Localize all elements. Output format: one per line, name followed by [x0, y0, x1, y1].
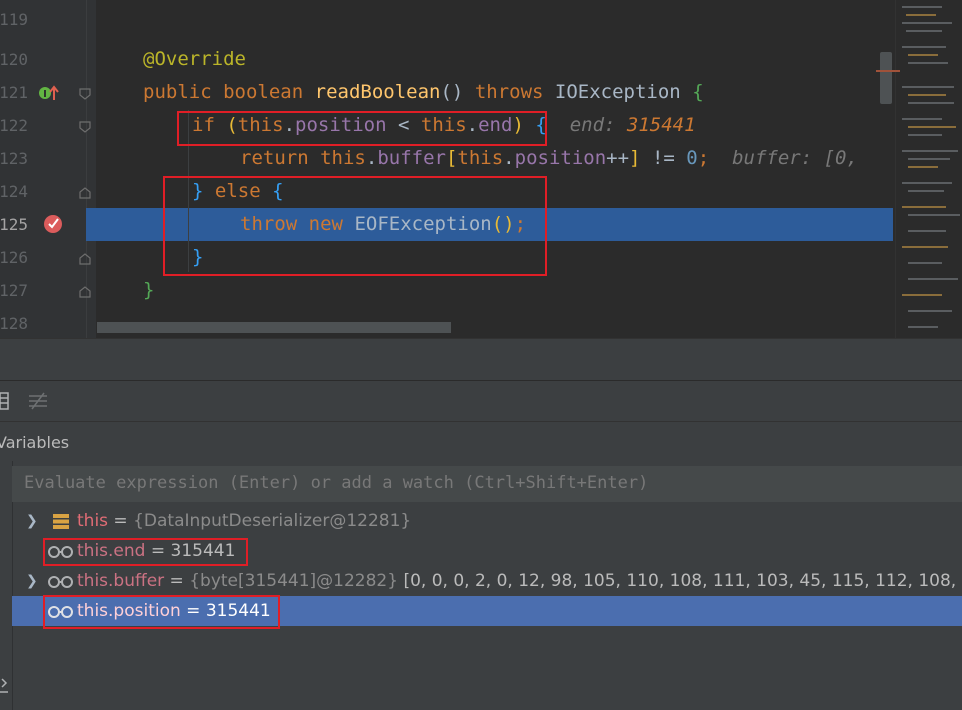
red-highlight-box-if-condition — [177, 111, 547, 146]
keyword-token: public — [143, 81, 212, 103]
operator-token: != — [651, 147, 675, 169]
fold-marker-icon[interactable] — [79, 121, 91, 133]
brace-token: } — [143, 279, 155, 301]
horizontal-scrollbar[interactable] — [97, 322, 451, 333]
variable-row-this-buffer[interactable]: ❯ this.buffer = {byte[315441]@12282} [0,… — [12, 566, 962, 596]
method-name-token: readBoolean — [314, 81, 441, 103]
field-token: position — [514, 147, 607, 169]
line-number: 128 — [0, 314, 28, 333]
vertical-scrollbar[interactable] — [880, 52, 892, 104]
code-line-return[interactable]: return this.buffer[this.position++] != 0… — [240, 142, 858, 175]
inline-debug-value: 315441 — [626, 114, 696, 136]
variable-name: this.buffer — [77, 571, 165, 591]
svg-text:I: I — [43, 89, 47, 100]
line-number: 122 — [0, 116, 28, 135]
red-highlight-box-else-block — [163, 176, 547, 276]
code-editor[interactable]: 119 120 121 122 123 124 125 126 127 128 … — [0, 0, 962, 338]
class-token: IOException — [554, 81, 681, 103]
code-line-method-signature[interactable]: public boolean readBoolean() throws IOEx… — [143, 76, 704, 109]
line-number: 119 — [0, 10, 28, 29]
line-number: 127 — [0, 281, 28, 300]
keyword-token: boolean — [223, 81, 304, 103]
keyword-token: throws — [474, 81, 544, 103]
threads-layout-icon[interactable] — [28, 391, 48, 411]
line-number: 126 — [0, 248, 28, 267]
keyword-token: this — [457, 147, 504, 169]
code-minimap[interactable] — [876, 0, 962, 338]
brace-token: { — [692, 81, 704, 103]
fold-marker-icon[interactable] — [79, 253, 91, 265]
code-line-close-method[interactable]: } — [143, 274, 154, 307]
field-token: buffer — [377, 147, 446, 169]
code-line-annotation[interactable]: @Override — [143, 43, 246, 76]
line-number: 120 — [0, 50, 28, 69]
equals-sign: = — [108, 511, 134, 531]
fold-marker-icon[interactable] — [79, 286, 91, 298]
debug-tool-window-header — [0, 338, 962, 380]
debug-toolbar — [0, 380, 962, 421]
inline-debug-hint: buffer: [0, — [732, 147, 858, 169]
variables-title: Variables — [0, 433, 70, 452]
variable-type: {byte[315441]@12282} — [189, 571, 399, 591]
variables-panel-header: Variables — [0, 421, 962, 462]
object-icon — [53, 514, 69, 529]
parens-token: () — [440, 81, 464, 103]
keyword-token: return — [240, 147, 309, 169]
semicolon-token: ; — [697, 147, 710, 169]
variable-name: this — [77, 511, 109, 531]
line-number: 124 — [0, 182, 28, 201]
line-number: 125 — [0, 215, 28, 234]
frames-layout-icon[interactable] — [0, 391, 10, 411]
line-number: 121 — [0, 83, 28, 102]
red-highlight-box-this-position — [43, 595, 280, 629]
variable-row-this[interactable]: ❯ this = {DataInputDeserializer@12281} — [12, 506, 962, 536]
annotation-token: @Override — [143, 48, 246, 70]
expand-arrow-icon[interactable]: ❯ — [26, 506, 38, 536]
fold-marker-icon[interactable] — [79, 187, 91, 199]
number-token: 0 — [686, 147, 698, 169]
line-number: 123 — [0, 149, 28, 168]
inline-debug-hint: end: — [569, 114, 616, 136]
equals-sign: = — [164, 571, 190, 591]
fold-marker-icon[interactable] — [79, 88, 91, 100]
evaluate-expression-placeholder: Evaluate expression (Enter) or add a wat… — [24, 473, 649, 493]
watch-glasses-icon — [48, 576, 73, 588]
variable-type: {DataInputDeserializer@12281} — [133, 511, 412, 531]
keyword-token: this — [320, 147, 366, 169]
evaluate-expression-input[interactable]: Evaluate expression (Enter) or add a wat… — [12, 466, 962, 502]
implements-method-icon[interactable]: I — [38, 84, 60, 102]
breakpoint-icon[interactable] — [42, 212, 66, 236]
toolbar-arrows-icon[interactable] — [0, 675, 10, 695]
red-highlight-box-this-end — [43, 538, 248, 566]
variable-value: [0, 0, 0, 2, 0, 12, 98, 105, 110, 108, 1… — [398, 571, 962, 591]
expand-arrow-icon[interactable]: ❯ — [26, 566, 38, 596]
